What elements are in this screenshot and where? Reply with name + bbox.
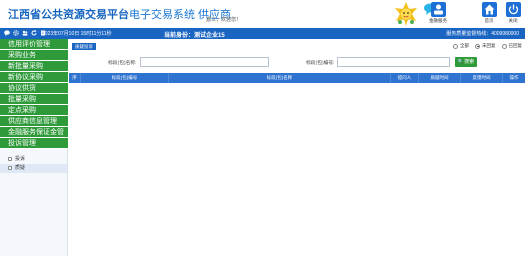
col-feedback-time: 反馈时间 xyxy=(461,73,503,83)
radio-replied-label: 已回复 xyxy=(508,43,523,48)
search-row: 标段(包)名称: 标段(包)编号: 🔍搜索 xyxy=(69,56,525,70)
radio-all[interactable]: 全部 xyxy=(453,43,469,49)
tab-query-complaint[interactable]: 质疑投诉 xyxy=(72,43,96,50)
close-label: 关闭 xyxy=(508,18,518,23)
name-label: 标段(包)名称: xyxy=(108,61,137,66)
sidebar-item-supplier-info[interactable]: 供应商信息管理 xyxy=(0,116,68,127)
gear-icon[interactable] xyxy=(13,30,19,36)
page-title: 江西省公共资源交易平台电子交易系统 供应商 xyxy=(8,6,231,22)
radio-unreplied[interactable]: 未回复 xyxy=(475,43,496,49)
col-name: 标段(包)名称 xyxy=(169,73,391,83)
sidebar: 信用评价管理 采购业务 新批量采购 新协议采购 协议供货 批量采购 定点采购 供… xyxy=(0,39,68,256)
refresh-icon[interactable] xyxy=(31,30,37,36)
finance-icon xyxy=(430,2,446,17)
doc-icon xyxy=(8,156,12,161)
sidebar-item-agreement-supply[interactable]: 协议供货 xyxy=(0,83,68,94)
col-actions: 操作 xyxy=(509,75,519,80)
col-index: 序 xyxy=(69,73,81,83)
radio-replied-circle[interactable] xyxy=(501,43,507,49)
sidebar-item-designated-procurement[interactable]: 定点采购 xyxy=(0,105,68,116)
radio-all-label: 全部 xyxy=(460,43,469,48)
radio-unreplied-label: 未回复 xyxy=(482,43,496,48)
name-input[interactable] xyxy=(140,57,269,67)
search-button-label: 搜索 xyxy=(464,59,475,65)
header: 江西省公共资源交易平台电子交易系统 供应商 嘉三，欢迎您！ 金融服务 首页 关闭 xyxy=(0,0,525,28)
doc-icon xyxy=(8,165,12,170)
title-main: 江西省公共资源交易平台 xyxy=(8,9,129,21)
welcome-text: 嘉三，欢迎您！ xyxy=(206,17,242,23)
sidebar-item-new-batch-procurement[interactable]: 新批量采购 xyxy=(0,61,68,72)
radio-unreplied-circle[interactable] xyxy=(475,43,480,49)
sidebar-item-batch-procurement[interactable]: 批量采购 xyxy=(0,94,68,105)
submenu-item-complaint[interactable]: 投诉 xyxy=(0,155,67,164)
current-datetime: 2023年07月10日 15时11分11秒 xyxy=(42,31,112,37)
service-hotline: 服务质量监督热线：4009980000 xyxy=(446,31,519,37)
submenu-label: 投诉 xyxy=(15,156,26,162)
sidebar-item-complaint-management[interactable]: 投诉管理 xyxy=(0,138,68,149)
radio-replied[interactable]: 已回复 xyxy=(501,43,523,49)
code-input[interactable] xyxy=(337,57,450,67)
home-icon xyxy=(481,2,497,17)
home-button[interactable]: 首页 xyxy=(478,2,500,28)
main-content: 质疑投诉 全部 未回复 已回复 标段(包)名称: 标段(包)编号: 🔍搜索 序 … xyxy=(69,39,525,256)
finance-label: 金融服务 xyxy=(429,18,447,23)
sidebar-item-procurement-business[interactable]: 采购业务 xyxy=(0,50,68,61)
top-status-bar: 2023年07月10日 15时11分11秒 当前身份：测试企业15 服务质量监督… xyxy=(0,28,525,39)
col-asker: 提问人 xyxy=(391,73,419,83)
current-identity: 当前身份：测试企业15 xyxy=(164,32,225,39)
chat-icon[interactable] xyxy=(4,30,10,36)
home-label: 首页 xyxy=(484,18,494,23)
status-filter: 全部 未回复 已回复 xyxy=(453,43,522,49)
users-icon[interactable] xyxy=(22,30,28,36)
sidebar-item-finance-deposit[interactable]: 金融服务保证金管 xyxy=(0,127,68,138)
submenu-label: 质疑 xyxy=(15,165,26,171)
radio-all-circle[interactable] xyxy=(453,43,458,49)
close-button[interactable]: 关闭 xyxy=(502,2,524,28)
search-button[interactable]: 🔍搜索 xyxy=(455,57,477,67)
finance-service-button[interactable]: 金融服务 xyxy=(427,2,449,28)
table-header: 序 标段(包)编号 标段(包)名称 提问人 质疑时间 反馈时间 操作 xyxy=(69,73,525,83)
submenu-item-query[interactable]: 质疑 xyxy=(0,164,67,173)
mascot-icon xyxy=(395,2,417,26)
sidebar-item-new-agreement-procurement[interactable]: 新协议采购 xyxy=(0,72,68,83)
col-query-time: 质疑时间 xyxy=(419,73,461,83)
power-icon xyxy=(505,2,521,17)
complaint-submenu: 投诉 质疑 xyxy=(0,155,67,173)
col-code: 标段(包)编号 xyxy=(81,73,169,83)
sidebar-item-credit-evaluation[interactable]: 信用评价管理 xyxy=(0,39,68,50)
table-body xyxy=(69,83,525,256)
code-label: 标段(包)编号: xyxy=(306,61,335,66)
